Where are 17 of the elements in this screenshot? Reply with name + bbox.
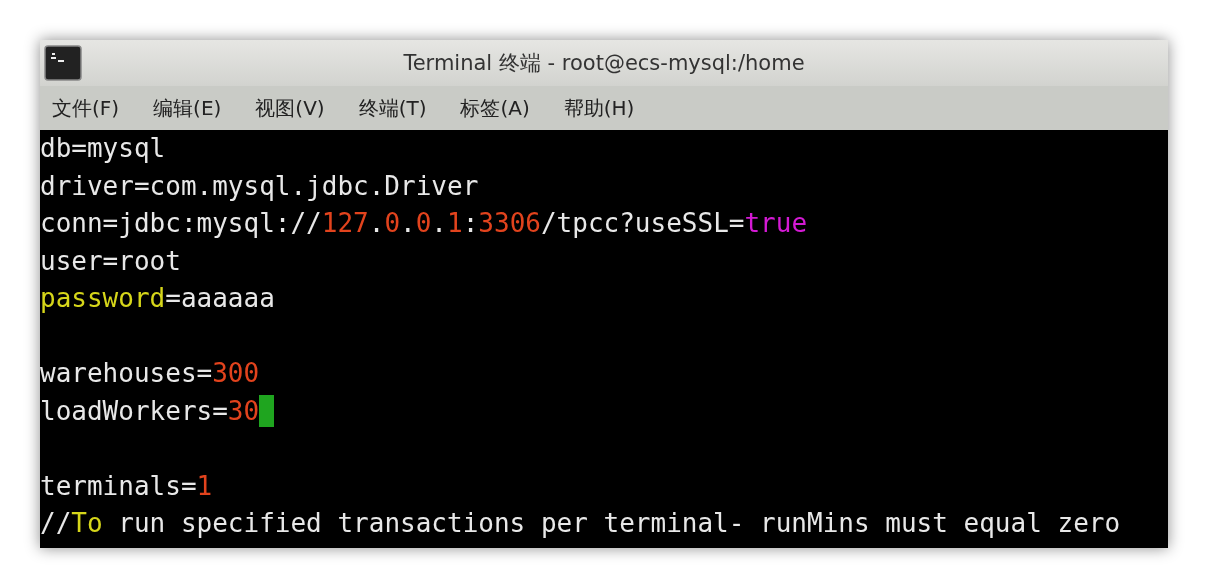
menu-item[interactable]: 标签(A): [450, 94, 540, 122]
terminal-icon: [44, 45, 82, 81]
terminal-line: terminals=1: [40, 469, 214, 503]
terminal-line: db=mysql: [40, 132, 167, 165]
menu-item[interactable]: 编辑(E): [143, 94, 232, 122]
menu-item[interactable]: 终端(T): [348, 94, 437, 122]
terminal-line: loadWorkers=30: [40, 392, 1168, 430]
menu-item[interactable]: 视图(V): [245, 94, 335, 122]
terminal-line: conn=jdbc:mysql://127.0.0.1:3306/tpcc?useSSL=true: [40, 207, 809, 240]
window-title: Terminal 终端 - root@ecs-mysql:/home: [402, 50, 806, 77]
terminal-line: user=root: [40, 244, 182, 278]
menu-item[interactable]: 帮助(H): [553, 94, 645, 122]
terminal-line: password=aaaaaa: [40, 282, 276, 315]
menu-item[interactable]: 文件(F): [42, 94, 130, 122]
terminal-line: driver=com.mysql.jdbc.Driver: [40, 169, 480, 203]
terminal-line: //To run specified transactions per terminal- runMins must equal zero: [40, 507, 1122, 540]
terminal-line: warehouses=300: [40, 357, 261, 390]
